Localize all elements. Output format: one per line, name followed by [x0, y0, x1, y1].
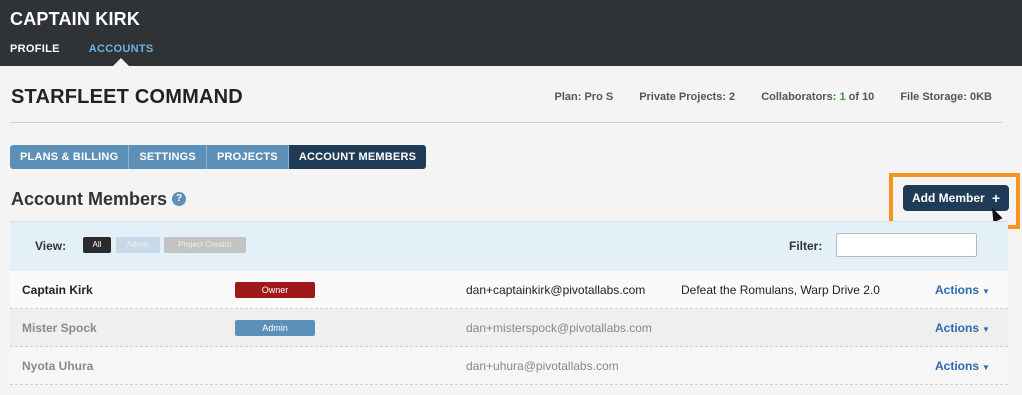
role-badge: Admin: [235, 320, 315, 336]
top-nav: PROFILE ACCOUNTS: [10, 43, 154, 55]
member-email: dan+uhura@pivotallabs.com: [466, 359, 619, 373]
tab-projects[interactable]: PROJECTS: [206, 145, 289, 169]
collaborators-stat: Collaborators: 1 of 10: [761, 91, 874, 103]
member-name: Mister Spock: [22, 321, 97, 335]
caret-down-icon: ▼: [982, 325, 990, 334]
file-storage-stat: File Storage: 0KB: [900, 91, 992, 103]
table-row: Captain Kirk Owner dan+captainkirk@pivot…: [10, 271, 1008, 309]
filter-label: Filter:: [789, 239, 823, 253]
divider: [10, 122, 1002, 123]
account-stats: Plan: Pro S Private Projects: 2 Collabor…: [555, 91, 993, 103]
actions-label: Actions: [935, 321, 980, 335]
role-badge: Owner: [235, 282, 315, 298]
account-tabs: PLANS & BILLING SETTINGS PROJECTS ACCOUN…: [10, 145, 427, 169]
member-projects: Defeat the Romulans, Warp Drive 2.0: [681, 283, 880, 297]
nav-accounts[interactable]: ACCOUNTS: [89, 43, 154, 55]
user-name: CAPTAIN KIRK: [10, 9, 141, 29]
table-row: Mister Spock Admin dan+misterspock@pivot…: [10, 309, 1008, 347]
actions-label: Actions: [935, 283, 980, 297]
table-row: Nyota Uhura dan+uhura@pivotallabs.com Ac…: [10, 347, 1008, 385]
view-all-pill[interactable]: All: [83, 237, 111, 253]
member-name: Captain Kirk: [22, 283, 93, 297]
collaborators-label: Collaborators:: [761, 91, 837, 103]
tab-account-members[interactable]: ACCOUNT MEMBERS: [288, 145, 427, 169]
tab-settings[interactable]: SETTINGS: [129, 145, 207, 169]
caret-down-icon: ▼: [982, 287, 990, 296]
member-email: dan+misterspock@pivotallabs.com: [466, 321, 652, 335]
top-header: CAPTAIN KIRK PROFILE ACCOUNTS: [0, 0, 1022, 66]
add-member-label: Add Member: [912, 191, 985, 205]
account-title: STARFLEET COMMAND: [11, 86, 243, 108]
plan-stat: Plan: Pro S: [554, 91, 614, 103]
actions-menu[interactable]: Actions ▼: [935, 359, 990, 373]
actions-menu[interactable]: Actions ▼: [935, 321, 990, 335]
active-nav-caret: [113, 58, 129, 66]
help-icon[interactable]: ?: [172, 192, 186, 206]
collaborators-count: 1: [839, 91, 846, 103]
member-name: Nyota Uhura: [22, 359, 94, 373]
member-email: dan+captainkirk@pivotallabs.com: [466, 283, 646, 297]
nav-profile[interactable]: PROFILE: [10, 43, 60, 55]
filter-bar: View: All Admin Project Creator Filter:: [10, 221, 1008, 271]
section-title: Account Members: [11, 189, 168, 209]
filter-input[interactable]: [836, 233, 977, 257]
view-label: View:: [35, 239, 67, 253]
actions-label: Actions: [935, 359, 980, 373]
view-admin-pill[interactable]: Admin: [116, 237, 160, 253]
actions-menu[interactable]: Actions ▼: [935, 283, 990, 297]
private-projects-stat: Private Projects: 2: [639, 91, 736, 103]
caret-down-icon: ▼: [982, 363, 990, 372]
tab-plans-billing[interactable]: PLANS & BILLING: [10, 145, 130, 169]
view-project-creator-pill[interactable]: Project Creator: [164, 237, 246, 253]
collaborators-total: of 10: [848, 91, 875, 103]
